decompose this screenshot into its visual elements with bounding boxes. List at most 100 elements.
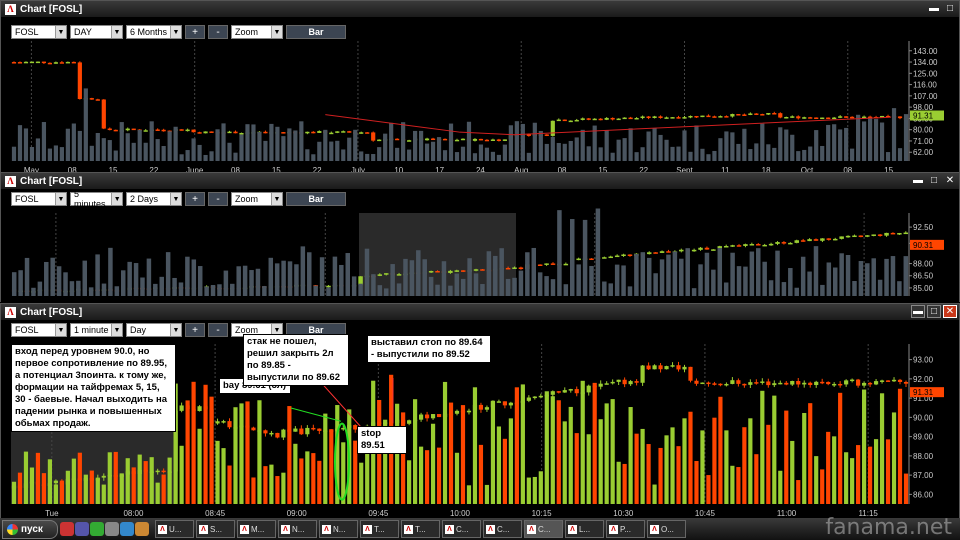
volume-bar — [778, 127, 783, 161]
volume-bar — [796, 480, 801, 504]
candle-body — [430, 414, 436, 419]
zoom-in-button[interactable]: + — [185, 25, 205, 39]
zoom-in-button[interactable]: + — [185, 323, 205, 337]
volume-bar — [53, 484, 58, 504]
x-tick-label: 08:00 — [123, 509, 144, 518]
taskbar-item[interactable]: Λ N... — [319, 520, 358, 538]
zoom-select[interactable]: Zoom ▼ — [231, 25, 283, 39]
app-icon: Λ — [5, 175, 16, 187]
candle-body — [436, 414, 442, 418]
candle-body — [653, 252, 658, 254]
taskbar-item[interactable]: Λ P... — [606, 520, 645, 538]
volume-bar — [490, 400, 496, 504]
y-tick-label: 87.00 — [913, 471, 934, 480]
app-icon[interactable] — [90, 522, 104, 536]
interval-select[interactable]: 5 minutes ▼ — [70, 189, 123, 209]
volume-bar — [766, 144, 771, 161]
quick-launch — [60, 522, 149, 536]
volume-bar — [664, 435, 669, 504]
zoom-out-button[interactable]: - — [208, 25, 228, 39]
volume-bar — [784, 410, 789, 504]
symbol-select[interactable]: FOSL ▼ — [11, 25, 67, 39]
candle-body — [574, 119, 579, 122]
volume-bar — [210, 285, 216, 296]
taskbar-item[interactable]: Λ C... — [442, 520, 481, 538]
range-select[interactable]: Day ▼ — [126, 323, 182, 337]
candle-body — [711, 249, 716, 251]
taskbar-item[interactable]: Λ U... — [155, 520, 194, 538]
candle-body — [634, 381, 639, 383]
maximize-button[interactable]: □ — [927, 174, 941, 187]
volume-bar — [262, 286, 267, 296]
volume-bar — [704, 252, 710, 296]
zoom-out-button[interactable]: - — [208, 323, 228, 337]
y-tick-label: 88.00 — [913, 452, 934, 461]
candle-body — [311, 131, 316, 134]
explorer-icon[interactable] — [120, 522, 134, 536]
candle-body — [826, 238, 832, 240]
volume-bar — [204, 286, 209, 296]
candle-body — [281, 429, 286, 438]
volume-bar — [730, 465, 735, 504]
taskbar-item[interactable]: Λ T... — [401, 520, 440, 538]
minimize-button[interactable]: ▬ — [911, 174, 925, 187]
close-button[interactable]: ✕ — [943, 305, 957, 318]
zoom-out-button[interactable]: - — [208, 192, 228, 206]
candle-body — [502, 401, 507, 406]
title-bar[interactable]: Λ Chart [FOSL] ▬ □ ✕ — [1, 173, 959, 189]
taskbar-item[interactable]: Λ C... — [483, 520, 522, 538]
volume-bar — [351, 276, 357, 296]
maximize-button[interactable]: □ — [943, 2, 957, 15]
bar-type-button[interactable]: Bar — [286, 192, 346, 206]
taskbar-item[interactable]: Λ L... — [565, 520, 604, 538]
range-select[interactable]: 2 Days ▼ — [126, 192, 182, 206]
y-tick-label: 89.00 — [913, 433, 934, 442]
candle-body — [161, 129, 166, 132]
interval-select[interactable]: DAY ▼ — [70, 25, 123, 39]
title-bar[interactable]: Λ Chart [FOSL] ▬ □ ✕ — [1, 304, 959, 320]
firefox-icon[interactable] — [60, 522, 74, 536]
folder-icon[interactable] — [135, 522, 149, 536]
candle-body — [862, 382, 867, 386]
minimize-button[interactable]: ▬ — [927, 2, 941, 15]
app-icon: Λ — [609, 524, 618, 534]
zoom-select[interactable]: Zoom ▼ — [231, 192, 283, 206]
start-button[interactable]: пуск — [2, 519, 58, 539]
title-bar[interactable]: Λ Chart [FOSL] ▬ □ — [1, 1, 959, 17]
minimize-button[interactable]: ▬ — [911, 305, 925, 318]
close-button[interactable]: ✕ — [943, 174, 957, 187]
y-tick-label: 92.50 — [913, 223, 934, 232]
symbol-select[interactable]: FOSL ▼ — [11, 192, 67, 206]
volume-bar — [448, 123, 454, 161]
volume-bar — [730, 252, 735, 296]
symbol-select[interactable]: FOSL ▼ — [11, 323, 67, 337]
x-tick-label: 10:45 — [695, 509, 716, 518]
maximize-button[interactable]: □ — [927, 305, 941, 318]
volume-bar — [293, 443, 298, 504]
volume-bar — [568, 140, 573, 161]
app-icon: Λ — [5, 3, 16, 15]
volume-bar — [694, 461, 699, 504]
volume-bar — [748, 418, 753, 504]
chevron-down-icon: ▼ — [111, 26, 122, 38]
y-tick-label: 88.00 — [913, 260, 934, 269]
desktop-icon[interactable] — [105, 522, 119, 536]
zoom-in-button[interactable]: + — [185, 192, 205, 206]
volume-bar — [480, 284, 485, 296]
taskbar-item[interactable]: Λ M... — [237, 520, 276, 538]
range-select[interactable]: 6 Months ▼ — [126, 25, 182, 39]
taskbar-item[interactable]: Λ C... — [524, 520, 563, 538]
bar-type-button[interactable]: Bar — [286, 25, 346, 39]
taskbar-item[interactable]: Λ O... — [647, 520, 686, 538]
daily-price-chart[interactable]: 143.00134.00125.00116.00107.0098.0089.00… — [1, 17, 959, 175]
taskbar-item-label: L... — [579, 524, 591, 534]
media-icon[interactable] — [75, 522, 89, 536]
interval-select[interactable]: 1 minute ▼ — [70, 323, 123, 337]
volume-bar — [826, 262, 832, 296]
taskbar-item[interactable]: Λ T... — [360, 520, 399, 538]
taskbar-item[interactable]: Λ S... — [196, 520, 235, 538]
volume-bar — [712, 417, 717, 504]
candle-body — [563, 263, 569, 266]
taskbar-item[interactable]: Λ N... — [278, 520, 317, 538]
candle-body — [682, 366, 687, 370]
